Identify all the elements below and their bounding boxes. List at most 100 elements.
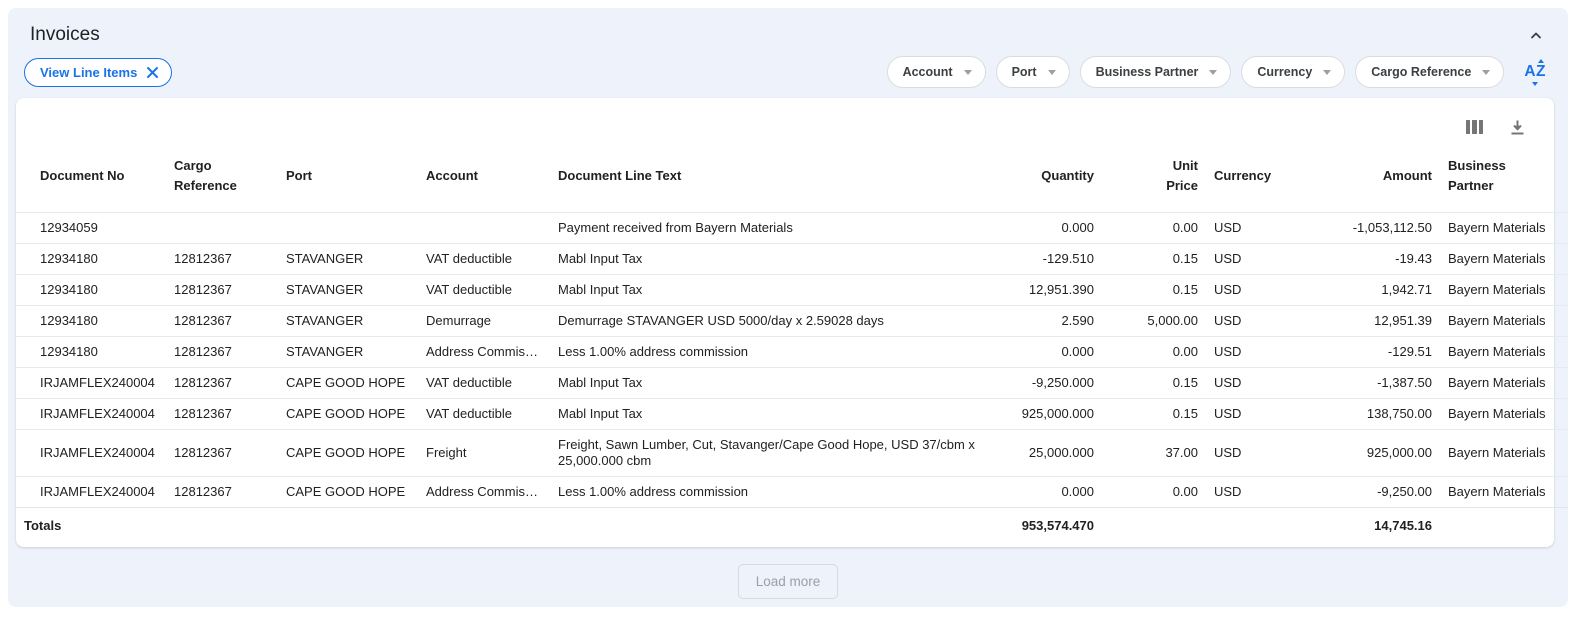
filter-business-partner[interactable]: Business Partner <box>1080 56 1232 88</box>
caret-down-icon <box>1048 70 1056 75</box>
cell-currency: USD <box>1206 306 1298 337</box>
table-body: 12934059 Payment received from Bayern Ma… <box>16 213 1568 508</box>
cell-business-partner: Bayern Materials <box>1440 244 1568 275</box>
cell-document-no: 12934180 <box>16 244 166 275</box>
table-row[interactable]: 12934180 12812367 STAVANGER Address Comm… <box>16 337 1568 368</box>
filter-currency[interactable]: Currency <box>1241 56 1345 88</box>
filter-cargo-reference[interactable]: Cargo Reference <box>1355 56 1504 88</box>
table-row[interactable]: 12934180 12812367 STAVANGER VAT deductib… <box>16 244 1568 275</box>
cell-account: Freight <box>418 430 550 477</box>
table-row[interactable]: 12934059 Payment received from Bayern Ma… <box>16 213 1568 244</box>
invoices-grid-card: Document No Cargo Reference Port Account… <box>16 98 1554 547</box>
filter-group: Account Port Business Partner Currency C… <box>887 56 1548 88</box>
cell-currency: USD <box>1206 213 1298 244</box>
cell-port: STAVANGER <box>278 244 418 275</box>
cell-quantity: 925,000.000 <box>990 399 1102 430</box>
cell-cargo-reference <box>166 213 278 244</box>
table-row[interactable]: 12934180 12812367 STAVANGER VAT deductib… <box>16 275 1568 306</box>
col-header-port[interactable]: Port <box>278 138 418 213</box>
table-row[interactable]: IRJAMFLEX240004 12812367 CAPE GOOD HOPE … <box>16 430 1568 477</box>
col-header-cargo-reference[interactable]: Cargo Reference <box>166 138 278 213</box>
cell-account: Address Commis… <box>418 337 550 368</box>
cell-document-line-text: Mabl Input Tax <box>550 399 990 430</box>
col-header-business-partner[interactable]: Business Partner <box>1440 138 1568 213</box>
filter-account-label: Account <box>903 65 953 79</box>
col-header-currency[interactable]: Currency <box>1206 138 1298 213</box>
cell-port: STAVANGER <box>278 306 418 337</box>
cell-unit-price: 0.00 <box>1102 213 1206 244</box>
download-icon[interactable] <box>1509 119 1526 136</box>
filter-currency-label: Currency <box>1257 65 1312 79</box>
cell-business-partner: Bayern Materials <box>1440 368 1568 399</box>
cell-unit-price: 0.15 <box>1102 368 1206 399</box>
totals-amount: 14,745.16 <box>1298 508 1440 548</box>
cell-port: CAPE GOOD HOPE <box>278 368 418 399</box>
cell-document-no: 12934180 <box>16 275 166 306</box>
cell-quantity: 0.000 <box>990 213 1102 244</box>
cell-port <box>278 213 418 244</box>
cell-document-line-text: Less 1.00% address commission <box>550 337 990 368</box>
cell-unit-price: 0.15 <box>1102 399 1206 430</box>
cell-unit-price: 37.00 <box>1102 430 1206 477</box>
header-row: Document No Cargo Reference Port Account… <box>16 138 1568 213</box>
cell-cargo-reference: 12812367 <box>166 399 278 430</box>
table-row[interactable]: 12934180 12812367 STAVANGER Demurrage De… <box>16 306 1568 337</box>
cell-port: CAPE GOOD HOPE <box>278 399 418 430</box>
columns-icon[interactable] <box>1466 120 1484 134</box>
cell-amount: -9,250.00 <box>1298 477 1440 508</box>
cell-quantity: 2.590 <box>990 306 1102 337</box>
col-header-document-line-text[interactable]: Document Line Text <box>550 138 990 213</box>
cell-account: VAT deductible <box>418 275 550 306</box>
cell-document-no: IRJAMFLEX240004 <box>16 368 166 399</box>
cell-port: CAPE GOOD HOPE <box>278 430 418 477</box>
page-title: Invoices <box>30 24 100 46</box>
cell-business-partner: Bayern Materials <box>1440 213 1568 244</box>
table-row[interactable]: IRJAMFLEX240004 12812367 CAPE GOOD HOPE … <box>16 477 1568 508</box>
table-row[interactable]: IRJAMFLEX240004 12812367 CAPE GOOD HOPE … <box>16 399 1568 430</box>
load-more-button[interactable]: Load more <box>738 564 839 599</box>
cell-account: Demurrage <box>418 306 550 337</box>
col-header-unit-price[interactable]: Unit Price <box>1102 138 1206 213</box>
close-x-icon[interactable] <box>146 66 159 79</box>
cell-document-no: 12934180 <box>16 337 166 368</box>
cell-business-partner: Bayern Materials <box>1440 275 1568 306</box>
cell-amount: -1,387.50 <box>1298 368 1440 399</box>
cell-document-line-text: Demurrage STAVANGER USD 5000/day x 2.590… <box>550 306 990 337</box>
cell-currency: USD <box>1206 368 1298 399</box>
cell-account: Address Commis… <box>418 477 550 508</box>
cell-business-partner: Bayern Materials <box>1440 337 1568 368</box>
col-header-quantity[interactable]: Quantity <box>990 138 1102 213</box>
cell-document-no: 12934059 <box>16 213 166 244</box>
sort-alphabetical-icon[interactable]: AZ <box>1522 62 1548 82</box>
totals-row: Totals 953,574.470 14,745.16 <box>16 508 1568 548</box>
cell-quantity: 0.000 <box>990 477 1102 508</box>
chevron-up-icon[interactable] <box>1526 25 1546 45</box>
panel-header: Invoices <box>8 8 1568 52</box>
cell-port: CAPE GOOD HOPE <box>278 477 418 508</box>
col-header-account[interactable]: Account <box>418 138 550 213</box>
cell-document-no: IRJAMFLEX240004 <box>16 399 166 430</box>
cell-unit-price: 0.15 <box>1102 244 1206 275</box>
invoices-panel: Invoices View Line Items Account Port Bu… <box>8 8 1568 607</box>
cell-unit-price: 0.00 <box>1102 477 1206 508</box>
cell-port: STAVANGER <box>278 275 418 306</box>
cell-quantity: -9,250.000 <box>990 368 1102 399</box>
filter-port[interactable]: Port <box>996 56 1070 88</box>
col-header-amount[interactable]: Amount <box>1298 138 1440 213</box>
view-line-items-chip[interactable]: View Line Items <box>24 58 172 87</box>
table-row[interactable]: IRJAMFLEX240004 12812367 CAPE GOOD HOPE … <box>16 368 1568 399</box>
cell-currency: USD <box>1206 337 1298 368</box>
grid-actions <box>16 108 1554 138</box>
cell-amount: 925,000.00 <box>1298 430 1440 477</box>
toolbar: View Line Items Account Port Business Pa… <box>8 52 1568 98</box>
load-more-container: Load more <box>8 547 1568 607</box>
view-line-items-label: View Line Items <box>40 65 137 80</box>
cell-amount: 12,951.39 <box>1298 306 1440 337</box>
cell-cargo-reference: 12812367 <box>166 306 278 337</box>
filter-account[interactable]: Account <box>887 56 986 88</box>
cell-document-line-text: Mabl Input Tax <box>550 244 990 275</box>
cell-document-no: IRJAMFLEX240004 <box>16 430 166 477</box>
col-header-document-no[interactable]: Document No <box>16 138 166 213</box>
cell-business-partner: Bayern Materials <box>1440 477 1568 508</box>
cell-document-no: 12934180 <box>16 306 166 337</box>
